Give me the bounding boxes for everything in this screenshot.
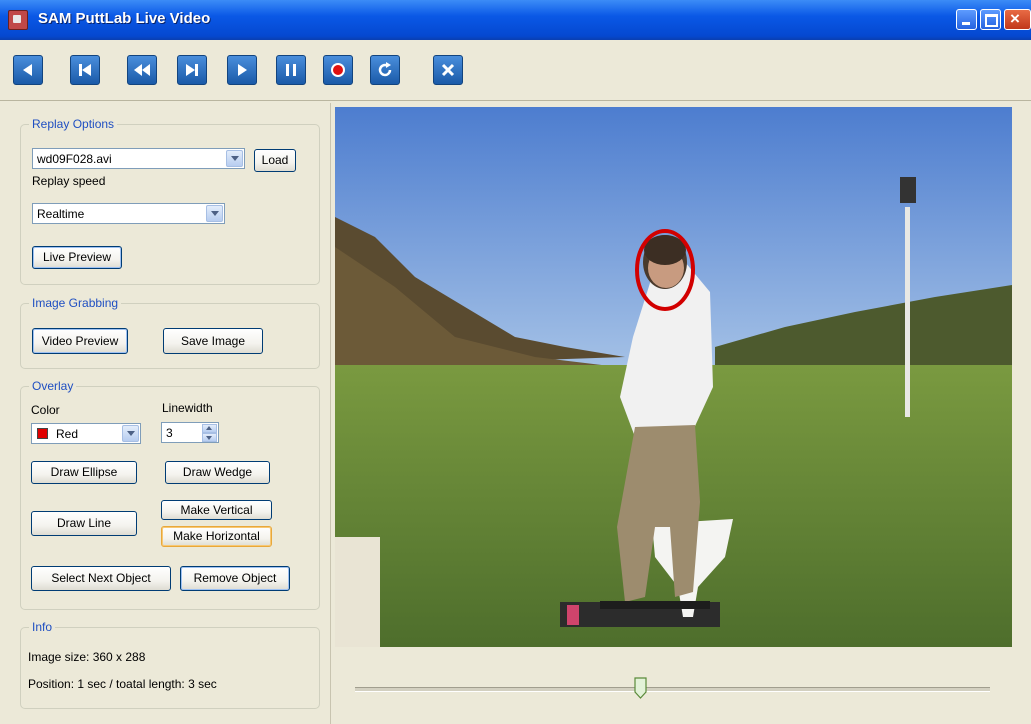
playback-slider-track[interactable] bbox=[355, 687, 990, 692]
make-horizontal-button[interactable]: Make Horizontal bbox=[161, 526, 272, 547]
linewidth-label: Linewidth bbox=[162, 401, 213, 415]
close-video-button[interactable] bbox=[433, 55, 463, 85]
replay-speed-value: Realtime bbox=[37, 207, 85, 221]
play-backward-button[interactable] bbox=[13, 55, 43, 85]
position-text: Position: 1 sec / toatal length: 3 sec bbox=[28, 677, 217, 691]
step-forward-icon bbox=[186, 64, 198, 76]
app-icon bbox=[8, 10, 28, 30]
chevron-down-icon[interactable] bbox=[122, 425, 139, 442]
play-icon bbox=[238, 64, 247, 76]
pause-icon bbox=[286, 64, 296, 76]
chevron-down-icon[interactable] bbox=[206, 205, 223, 222]
make-vertical-button[interactable]: Make Vertical bbox=[161, 500, 272, 520]
select-next-object-button[interactable]: Select Next Object bbox=[31, 566, 171, 591]
golfer-video-image bbox=[335, 107, 1012, 647]
window-title: SAM PuttLab Live Video bbox=[38, 10, 211, 27]
color-select[interactable]: Red bbox=[31, 423, 141, 444]
toolbar bbox=[0, 40, 1031, 101]
rewind-icon bbox=[134, 64, 150, 76]
image-grabbing-legend: Image Grabbing bbox=[29, 296, 122, 310]
skip-to-start-button[interactable] bbox=[70, 55, 100, 85]
overlay-legend: Overlay bbox=[29, 379, 77, 393]
draw-wedge-button[interactable]: Draw Wedge bbox=[165, 461, 270, 484]
play-backward-icon bbox=[23, 64, 32, 76]
draw-ellipse-button[interactable]: Draw Ellipse bbox=[31, 461, 137, 484]
image-size-text: Image size: 360 x 288 bbox=[28, 650, 146, 664]
playback-slider-thumb[interactable] bbox=[634, 677, 647, 699]
maximize-button[interactable] bbox=[980, 9, 1001, 30]
video-frame[interactable] bbox=[335, 107, 1012, 647]
spin-up-icon[interactable] bbox=[202, 424, 217, 433]
title-bar: SAM PuttLab Live Video × bbox=[0, 0, 1031, 40]
control-panel: Replay Options wd09F028.avi Load Replay … bbox=[10, 103, 331, 724]
skip-to-start-icon bbox=[79, 64, 91, 76]
close-icon bbox=[441, 63, 455, 77]
color-label: Color bbox=[31, 403, 60, 417]
pause-button[interactable] bbox=[276, 55, 306, 85]
refresh-icon bbox=[378, 62, 392, 77]
info-group: Info bbox=[20, 620, 320, 709]
color-swatch bbox=[37, 428, 48, 439]
replay-speed-select[interactable]: Realtime bbox=[32, 203, 225, 224]
video-preview-button[interactable]: Video Preview bbox=[32, 328, 128, 354]
load-button[interactable]: Load bbox=[254, 149, 296, 172]
video-file-value: wd09F028.avi bbox=[37, 152, 112, 166]
video-file-select[interactable]: wd09F028.avi bbox=[32, 148, 245, 169]
replay-options-legend: Replay Options bbox=[29, 117, 118, 131]
refresh-button[interactable] bbox=[370, 55, 400, 85]
draw-line-button[interactable]: Draw Line bbox=[31, 511, 137, 536]
step-forward-button[interactable] bbox=[177, 55, 207, 85]
minimize-button[interactable] bbox=[956, 9, 977, 30]
chevron-down-icon[interactable] bbox=[226, 150, 243, 167]
linewidth-spinner[interactable]: 3 bbox=[161, 422, 219, 443]
remove-object-button[interactable]: Remove Object bbox=[180, 566, 290, 591]
record-button[interactable] bbox=[323, 55, 353, 85]
rewind-button[interactable] bbox=[127, 55, 157, 85]
save-image-button[interactable]: Save Image bbox=[163, 328, 263, 354]
color-value: Red bbox=[56, 427, 79, 441]
linewidth-value: 3 bbox=[166, 426, 173, 440]
spin-down-icon[interactable] bbox=[202, 433, 217, 442]
info-legend: Info bbox=[29, 620, 56, 634]
close-window-button[interactable]: × bbox=[1004, 9, 1031, 30]
play-button[interactable] bbox=[227, 55, 257, 85]
record-icon bbox=[331, 63, 345, 77]
live-preview-button[interactable]: Live Preview bbox=[32, 246, 122, 269]
replay-speed-label: Replay speed bbox=[32, 174, 106, 188]
